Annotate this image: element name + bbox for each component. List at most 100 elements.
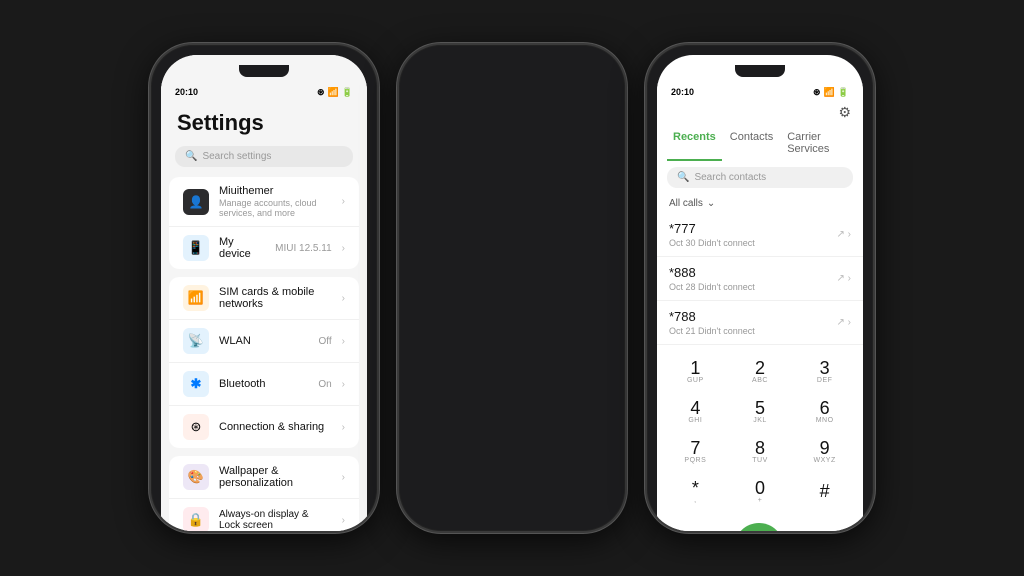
wallpaper-item[interactable]: 🎨 Wallpaper & personalization › xyxy=(169,456,359,499)
search-icon: 🔍 xyxy=(185,151,197,162)
call-arrow-2: ↗ › xyxy=(837,273,852,284)
call-item-2[interactable]: *888 Oct 28 Didn't connect ↗ › xyxy=(657,257,863,301)
time-left: 20:10 xyxy=(175,87,198,98)
bluetooth-icon: ✱ xyxy=(191,376,202,392)
call-detail-1: Oct 30 Didn't connect xyxy=(669,238,755,248)
chevron-icon-3: › xyxy=(342,293,345,304)
call-item-1[interactable]: *777 Oct 30 Didn't connect ↗ › xyxy=(657,213,863,257)
call-item-3[interactable]: *788 Oct 21 Didn't connect ↗ › xyxy=(657,301,863,345)
call-detail-2: Oct 28 Didn't connect xyxy=(669,282,755,292)
tab-contacts[interactable]: Contacts xyxy=(724,127,779,161)
dial-key-3[interactable]: 3 DEF xyxy=(800,353,850,389)
device-icon: 📱 xyxy=(188,240,204,256)
sim-item[interactable]: 📶 SIM cards & mobile networks › xyxy=(169,277,359,320)
chevron-icon-7: › xyxy=(342,472,345,483)
call-arrow-1: ↗ › xyxy=(837,229,852,240)
connectivity-group: 📶 SIM cards & mobile networks › 📡 WLAN O… xyxy=(161,277,367,448)
lock-label: Always-on display & Lock screen xyxy=(219,509,332,531)
call-number-2: *888 xyxy=(669,265,755,280)
settings-row: ⚙ xyxy=(657,102,863,123)
filter-icon: ⌄ xyxy=(707,198,715,209)
call-button[interactable] xyxy=(734,523,784,533)
account-subtitle: Manage accounts, cloud services, and mor… xyxy=(219,198,332,218)
dial-key-5[interactable]: 5 JKL xyxy=(735,393,785,429)
dial-key-hash[interactable]: # xyxy=(800,473,850,509)
my-device-item[interactable]: 📱 My device MIUI 12.5.11 › xyxy=(169,227,359,269)
dial-key-1[interactable]: 1 GUP xyxy=(670,353,720,389)
wallpaper-icon: 🎨 xyxy=(188,469,204,485)
dial-key-9[interactable]: 9 WXYZ xyxy=(800,433,850,469)
dial-row-4: * , 0 + # xyxy=(663,473,857,509)
chevron-icon-6: › xyxy=(342,422,345,433)
chevron-icon-5: › xyxy=(342,379,345,390)
sim-label: SIM cards & mobile networks xyxy=(219,286,332,310)
status-bar-left: 20:10 ⊛ 📶 🔋 xyxy=(161,83,367,102)
dial-key-2[interactable]: 2 ABC xyxy=(735,353,785,389)
tab-recents[interactable]: Recents xyxy=(667,127,722,161)
lock-icon: 🔒 xyxy=(188,512,204,528)
search-placeholder: Search settings xyxy=(202,151,271,162)
dial-row-1: 1 GUP 2 ABC 3 DEF xyxy=(663,353,857,389)
account-icon: 👤 xyxy=(189,195,204,209)
notch xyxy=(239,65,289,77)
bluetooth-value: On xyxy=(318,379,331,390)
status-icons-left: ⊛ 📶 🔋 xyxy=(317,87,353,98)
call-info-2: *888 Oct 28 Didn't connect xyxy=(669,265,755,292)
dialpad: 1 GUP 2 ABC 3 DEF 4 GHI xyxy=(657,345,863,517)
device-name: My device xyxy=(219,236,265,260)
tab-carrier[interactable]: Carrier Services xyxy=(781,127,853,161)
dial-key-4[interactable]: 4 GHI xyxy=(670,393,720,429)
chevron-icon-8: › xyxy=(342,515,345,526)
call-number-1: *777 xyxy=(669,221,755,236)
search-icon-phone: 🔍 xyxy=(677,172,689,183)
account-text: Miuithemer Manage accounts, cloud servic… xyxy=(219,185,332,218)
connection-sharing-item[interactable]: ⊛ Connection & sharing › xyxy=(169,406,359,448)
chevron-icon-4: › xyxy=(342,336,345,347)
gear-icon[interactable]: ⚙ xyxy=(838,104,851,121)
search-bar[interactable]: 🔍 Search settings xyxy=(175,146,353,167)
phone-tabs: Recents Contacts Carrier Services xyxy=(657,123,863,161)
bluetooth-label: Bluetooth xyxy=(219,378,308,390)
call-detail-3: Oct 21 Didn't connect xyxy=(669,326,755,336)
left-phone: 20:10 ⊛ 📶 🔋 Settings 🔍 Search settings 👤 xyxy=(149,43,379,533)
status-bar-right: 20:10 ⊛ 📶 🔋 xyxy=(657,83,863,102)
middle-phone: 20:10 ⊛ 📶 🔋 Tools Mail xyxy=(397,43,627,533)
call-arrow-3: ↗ › xyxy=(837,317,852,328)
dial-key-6[interactable]: 6 MNO xyxy=(800,393,850,429)
page-title: Settings xyxy=(161,102,367,142)
calls-header-label: All calls xyxy=(669,198,703,209)
bluetooth-item[interactable]: ✱ Bluetooth On › xyxy=(169,363,359,406)
contacts-search[interactable]: 🔍 Search contacts xyxy=(667,167,853,188)
dial-row-2: 4 GHI 5 JKL 6 MNO xyxy=(663,393,857,429)
device-version: MIUI 12.5.11 xyxy=(275,243,332,254)
dial-key-0[interactable]: 0 + xyxy=(735,473,785,509)
status-icons-right: ⊛ 📶 🔋 xyxy=(813,87,849,98)
account-name: Miuithemer xyxy=(219,185,332,197)
wallpaper-label: Wallpaper & personalization xyxy=(219,465,332,489)
device-text: My device xyxy=(219,236,265,260)
dial-row-3: 7 PQRS 8 TUV 9 WXYZ xyxy=(663,433,857,469)
chevron-icon-2: › xyxy=(342,243,345,254)
search-placeholder-phone: Search contacts xyxy=(694,172,766,183)
wifi-icon: 📡 xyxy=(188,333,204,349)
account-group: 👤 Miuithemer Manage accounts, cloud serv… xyxy=(161,177,367,269)
notch-right xyxy=(735,65,785,77)
calls-header: All calls ⌄ xyxy=(657,194,863,213)
wlan-value: Off xyxy=(319,336,332,347)
call-info-1: *777 Oct 30 Didn't connect xyxy=(669,221,755,248)
right-phone: 20:10 ⊛ 📶 🔋 ⚙ Recents Contacts Carrier S… xyxy=(645,43,875,533)
wlan-label: WLAN xyxy=(219,335,309,347)
lock-screen-item[interactable]: 🔒 Always-on display & Lock screen › xyxy=(169,499,359,533)
call-number-3: *788 xyxy=(669,309,755,324)
sharing-label: Connection & sharing xyxy=(219,421,332,433)
call-info-3: *788 Oct 21 Didn't connect xyxy=(669,309,755,336)
time-right: 20:10 xyxy=(671,87,694,98)
phone-bottom-bar: ≡ ⠿ xyxy=(657,517,863,533)
sim-icon: 📶 xyxy=(188,290,204,306)
dial-key-star[interactable]: * , xyxy=(670,473,720,509)
dial-key-7[interactable]: 7 PQRS xyxy=(670,433,720,469)
miuithemer-item[interactable]: 👤 Miuithemer Manage accounts, cloud serv… xyxy=(169,177,359,227)
dial-key-8[interactable]: 8 TUV xyxy=(735,433,785,469)
wlan-item[interactable]: 📡 WLAN Off › xyxy=(169,320,359,363)
personalization-group: 🎨 Wallpaper & personalization › 🔒 Always… xyxy=(161,456,367,533)
